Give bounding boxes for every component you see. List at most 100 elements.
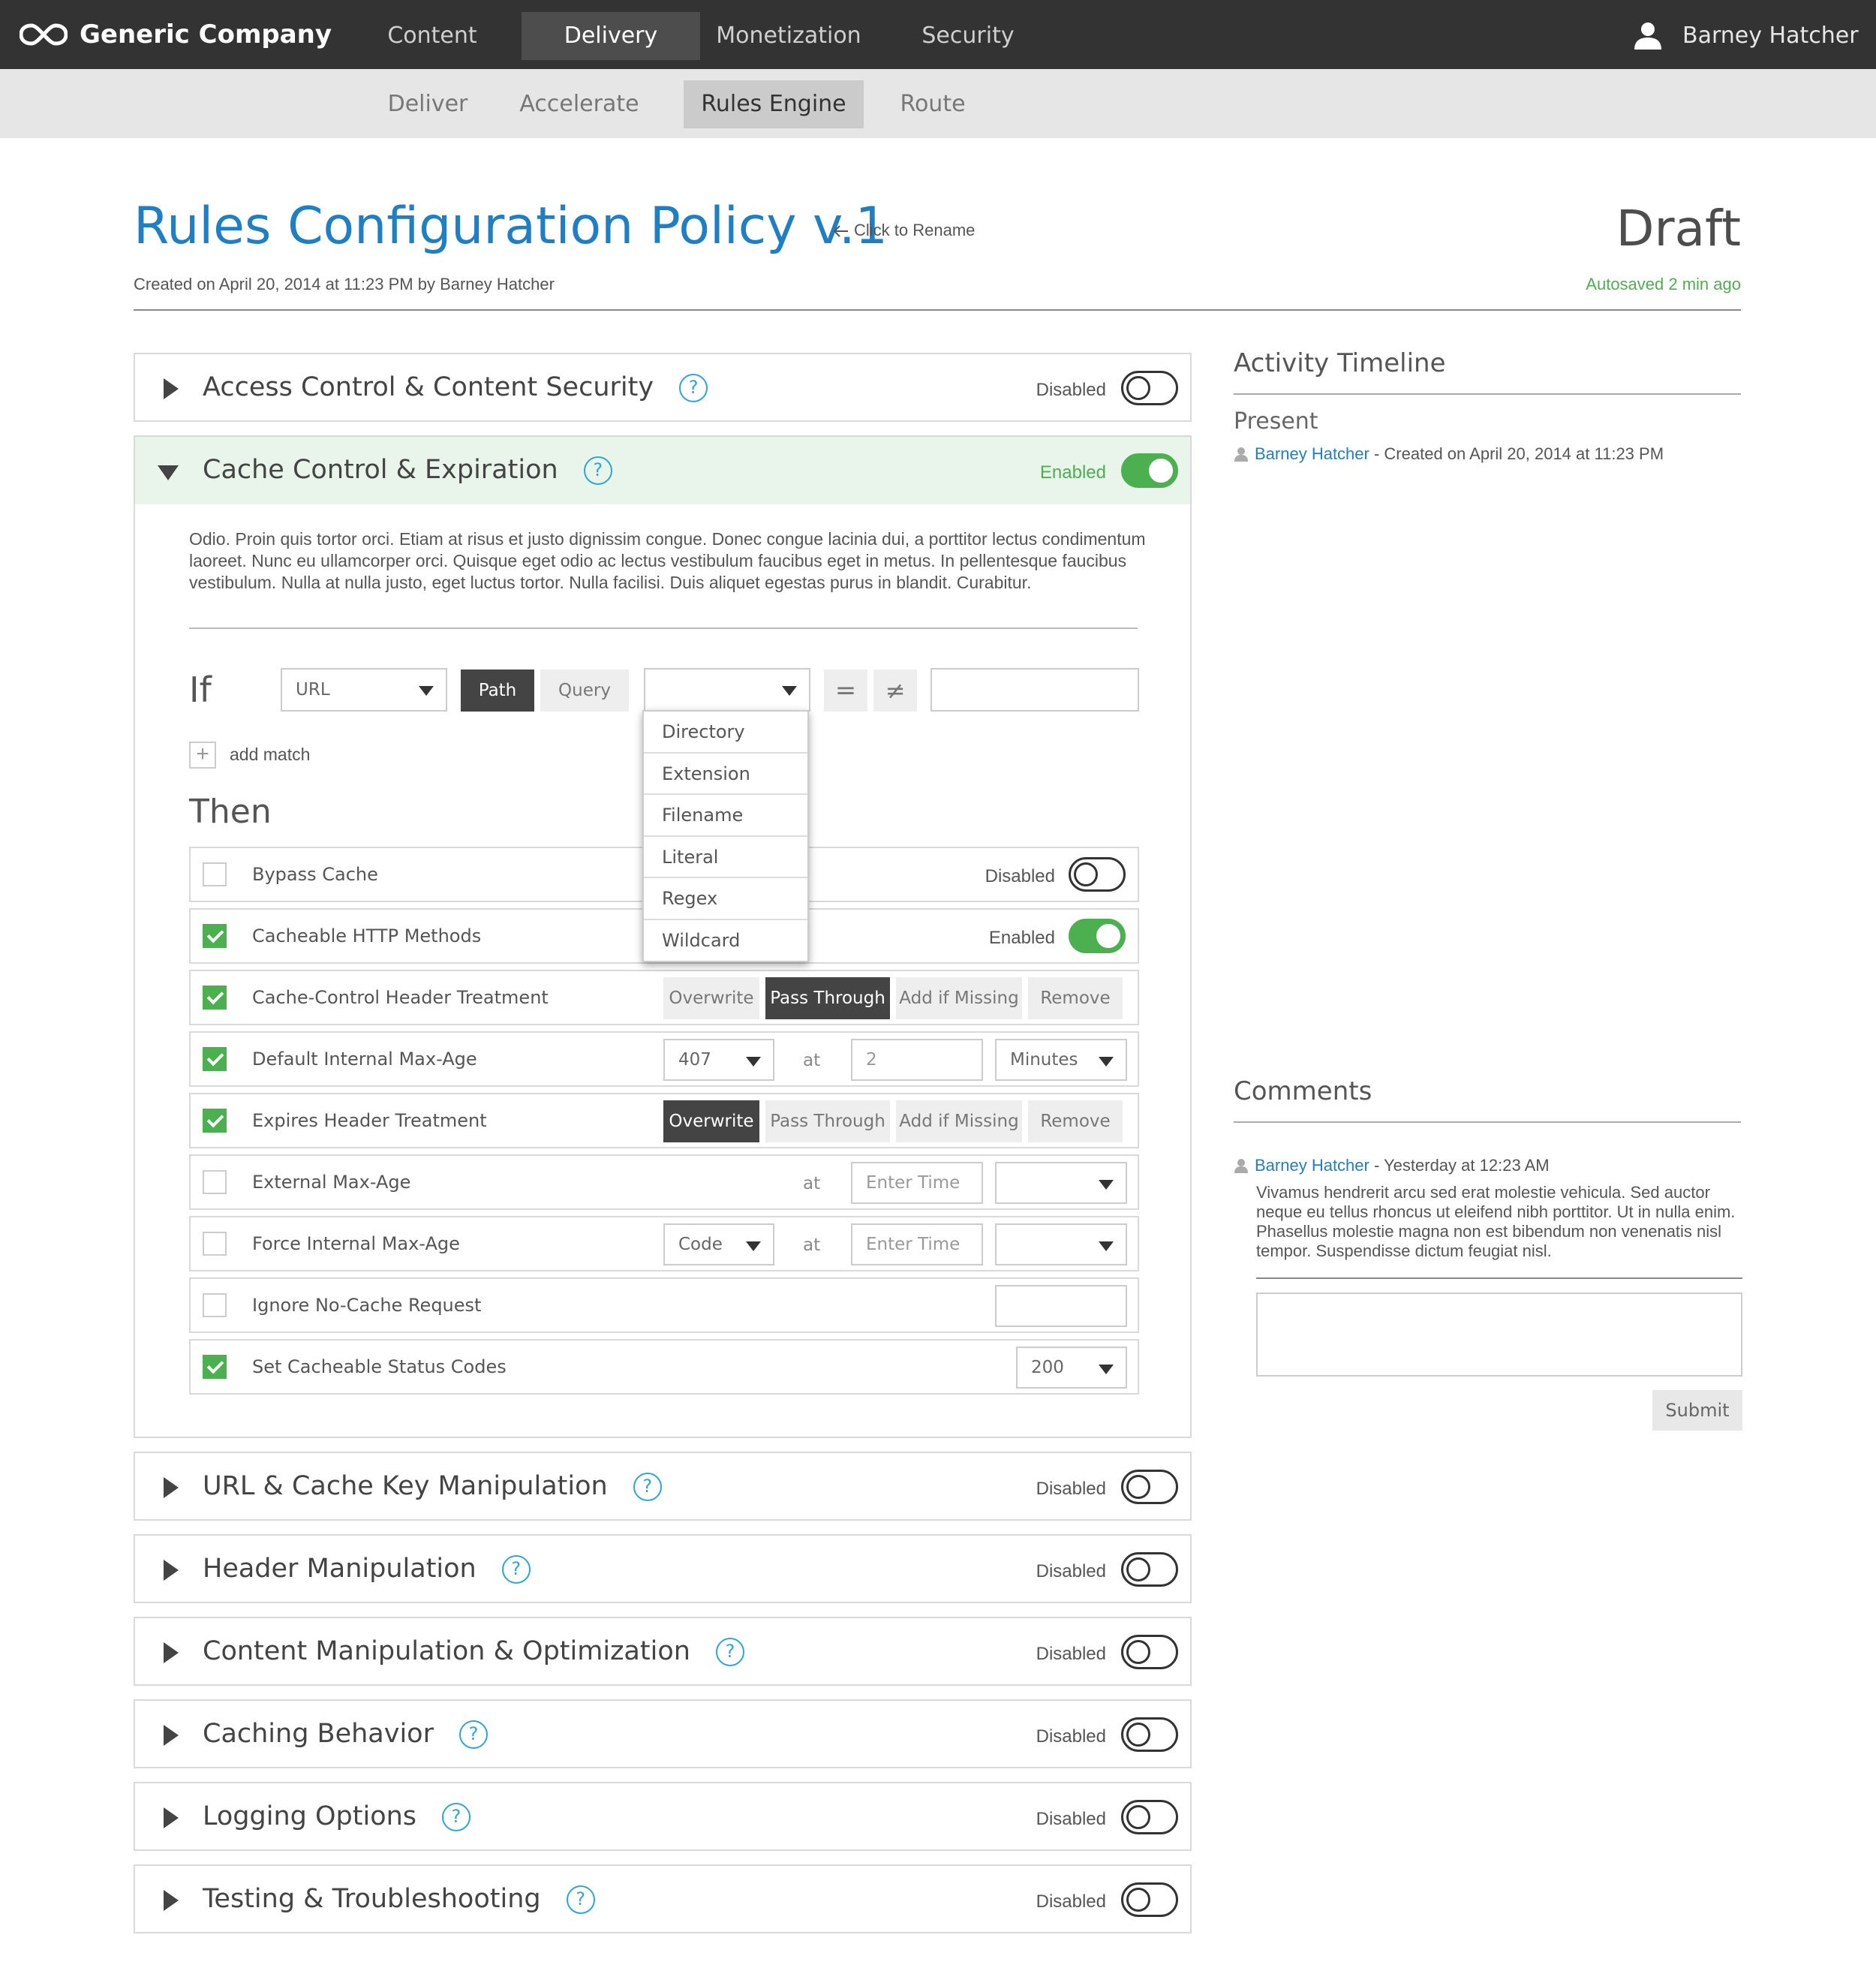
- timeline-user-link[interactable]: Barney Hatcher: [1255, 444, 1369, 463]
- rule-row-default-internal-max-age: Default Internal Max-Age 407 at 2 Minute…: [189, 1031, 1139, 1087]
- nav-item-content[interactable]: Content: [357, 12, 507, 60]
- rule-checkbox[interactable]: [203, 1293, 227, 1317]
- help-icon[interactable]: ?: [583, 456, 612, 485]
- rule-row-expires-header: Expires Header Treatment Overwrite Pass …: [189, 1093, 1139, 1148]
- section-toggle[interactable]: [1121, 1552, 1178, 1587]
- expand-triangle-icon[interactable]: [164, 1725, 179, 1746]
- section-caching-behavior[interactable]: Caching Behavior? Disabled: [134, 1699, 1192, 1768]
- dropdown-option-regex[interactable]: Regex: [644, 878, 807, 920]
- expand-triangle-icon[interactable]: [164, 1890, 179, 1911]
- time-input[interactable]: Enter Time: [851, 1162, 983, 1204]
- code-select[interactable]: Code: [663, 1223, 774, 1265]
- comment-user-link[interactable]: Barney Hatcher: [1255, 1156, 1369, 1175]
- rule-checkbox[interactable]: [203, 1355, 227, 1379]
- value-input[interactable]: [995, 1285, 1127, 1327]
- option-pass-through[interactable]: Pass Through: [765, 1100, 890, 1142]
- rename-link[interactable]: Click to Rename: [833, 221, 975, 240]
- nav-item-delivery[interactable]: Delivery: [522, 12, 700, 60]
- help-icon[interactable]: ?: [442, 1803, 471, 1831]
- match-mode-path[interactable]: Path: [461, 670, 534, 712]
- section-toggle[interactable]: [1121, 1882, 1178, 1917]
- section-testing-troubleshooting[interactable]: Testing & Troubleshooting? Disabled: [134, 1864, 1192, 1933]
- section-access-control[interactable]: Access Control & Content Security? Disab…: [134, 353, 1192, 422]
- not-equals-button[interactable]: ≠: [873, 670, 917, 712]
- rule-toggle[interactable]: [1069, 919, 1126, 953]
- option-overwrite[interactable]: Overwrite: [663, 977, 759, 1019]
- section-toggle[interactable]: [1121, 1717, 1178, 1752]
- section-toggle[interactable]: [1121, 1470, 1178, 1504]
- section-content-manipulation[interactable]: Content Manipulation & Optimization? Dis…: [134, 1617, 1192, 1686]
- help-icon[interactable]: ?: [633, 1473, 662, 1501]
- subnav-item-rules-engine[interactable]: Rules Engine: [684, 80, 864, 128]
- option-add-if-missing[interactable]: Add if Missing: [896, 1100, 1022, 1142]
- time-input[interactable]: Enter Time: [851, 1223, 983, 1265]
- match-mode-query[interactable]: Query: [540, 670, 629, 712]
- equals-button[interactable]: =: [824, 670, 867, 712]
- dropdown-option-extension[interactable]: Extension: [644, 754, 807, 795]
- user-icon[interactable]: [1633, 21, 1663, 51]
- add-match-link[interactable]: add match: [230, 745, 310, 765]
- rule-label: Default Internal Max-Age: [252, 1049, 477, 1070]
- rule-checkbox[interactable]: [203, 986, 227, 1010]
- subnav-item-accelerate[interactable]: Accelerate: [510, 80, 648, 128]
- section-toggle[interactable]: [1121, 453, 1178, 488]
- help-icon[interactable]: ?: [458, 1720, 488, 1749]
- timeline-period: Present: [1234, 408, 1318, 435]
- dropdown-option-literal[interactable]: Literal: [644, 837, 807, 878]
- section-toggle[interactable]: [1121, 1635, 1178, 1669]
- comment-input[interactable]: [1256, 1292, 1742, 1377]
- section-toggle[interactable]: [1121, 1800, 1178, 1834]
- add-match-plus-icon[interactable]: +: [189, 742, 216, 769]
- nav-item-security[interactable]: Security: [893, 12, 1043, 60]
- time-input[interactable]: 2: [851, 1039, 983, 1081]
- option-remove[interactable]: Remove: [1028, 977, 1123, 1019]
- rule-checkbox[interactable]: [203, 924, 227, 948]
- rule-checkbox[interactable]: [203, 1047, 227, 1071]
- unit-select[interactable]: [995, 1223, 1127, 1265]
- current-user-name[interactable]: Barney Hatcher: [1682, 23, 1859, 49]
- infinity-logo-icon[interactable]: [20, 23, 68, 47]
- policy-status: Draft: [1616, 200, 1741, 257]
- dropdown-option-filename[interactable]: Filename: [644, 795, 807, 837]
- dropdown-option-wildcard[interactable]: Wildcard: [644, 920, 807, 962]
- rule-checkbox[interactable]: [203, 1170, 227, 1194]
- rule-label: Ignore No-Cache Request: [252, 1295, 482, 1316]
- status-code-select[interactable]: 200: [1016, 1347, 1127, 1389]
- help-icon[interactable]: ?: [715, 1638, 744, 1666]
- brand-name[interactable]: Generic Company: [80, 20, 332, 50]
- subnav-item-route[interactable]: Route: [885, 80, 980, 128]
- expand-triangle-icon[interactable]: [164, 1477, 179, 1498]
- expand-triangle-icon[interactable]: [164, 1642, 179, 1663]
- created-info: Created on April 20, 2014 at 11:23 PM by…: [134, 275, 555, 293]
- rule-checkbox[interactable]: [203, 1109, 227, 1133]
- submit-comment-button[interactable]: Submit: [1652, 1390, 1742, 1431]
- expand-triangle-icon[interactable]: [164, 1560, 179, 1581]
- unit-select[interactable]: [995, 1162, 1127, 1204]
- dropdown-option-directory[interactable]: Directory: [644, 712, 807, 754]
- subnav-item-deliver[interactable]: Deliver: [375, 80, 480, 128]
- rule-toggle[interactable]: [1069, 857, 1126, 892]
- section-url-cache-key[interactable]: URL & Cache Key Manipulation? Disabled: [134, 1452, 1192, 1521]
- collapse-triangle-icon[interactable]: [158, 465, 179, 480]
- nav-item-monetization[interactable]: Monetization: [702, 12, 876, 60]
- section-header-manipulation[interactable]: Header Manipulation? Disabled: [134, 1534, 1192, 1603]
- rule-checkbox[interactable]: [203, 1232, 227, 1256]
- option-add-if-missing[interactable]: Add if Missing: [896, 977, 1022, 1019]
- section-logging-options[interactable]: Logging Options? Disabled: [134, 1782, 1192, 1851]
- match-value-input[interactable]: [930, 668, 1139, 712]
- code-select[interactable]: 407: [663, 1039, 774, 1081]
- match-field-select[interactable]: URL: [281, 668, 447, 712]
- expand-triangle-icon[interactable]: [164, 378, 179, 399]
- expand-triangle-icon[interactable]: [164, 1807, 179, 1828]
- section-toggle[interactable]: [1121, 371, 1178, 405]
- option-remove[interactable]: Remove: [1028, 1100, 1123, 1142]
- unit-select[interactable]: Minutes: [995, 1039, 1127, 1081]
- option-overwrite[interactable]: Overwrite: [663, 1100, 759, 1142]
- help-icon[interactable]: ?: [566, 1885, 595, 1914]
- section-cache-control[interactable]: Cache Control & Expiration? Enabled: [134, 435, 1192, 507]
- option-pass-through[interactable]: Pass Through: [765, 977, 890, 1019]
- help-icon[interactable]: ?: [679, 374, 708, 402]
- rule-checkbox[interactable]: [203, 862, 227, 886]
- match-type-select[interactable]: [644, 668, 810, 712]
- help-icon[interactable]: ?: [501, 1555, 531, 1584]
